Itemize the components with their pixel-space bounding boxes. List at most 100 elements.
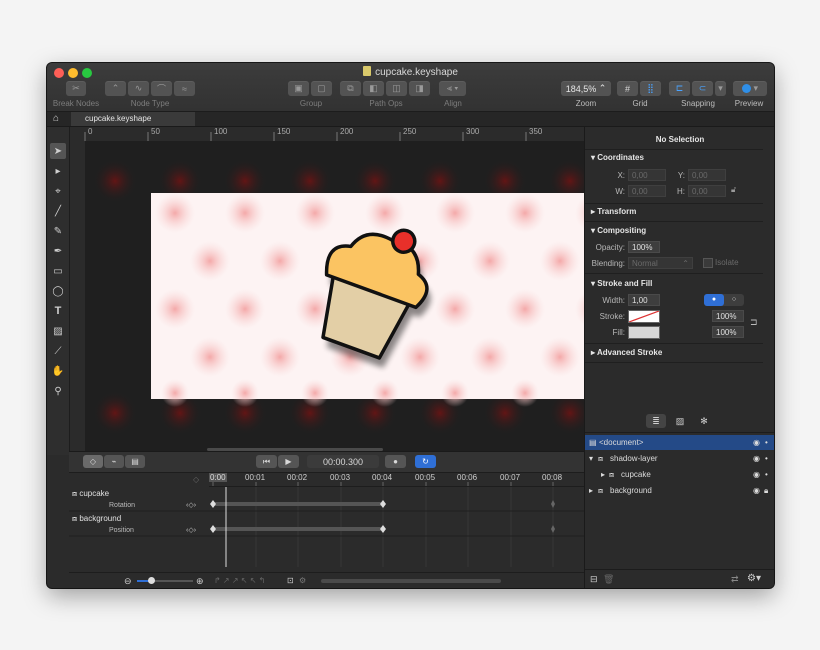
snapping-menu-button[interactable]: ▾ — [715, 81, 726, 96]
assets-tab-icon[interactable]: ▨ — [670, 414, 690, 428]
preview-button[interactable]: ▾ — [733, 81, 767, 96]
visibility-eye-icon[interactable]: ◉ — [753, 483, 760, 498]
node-type-auto-button[interactable]: ≈ — [174, 81, 195, 96]
settings-icon[interactable]: ⚙︎ — [299, 576, 306, 585]
pencil-tool-icon[interactable]: ✎ — [50, 223, 66, 239]
layer-row[interactable]: ▸ ⧈ background ◉ 🔒︎ — [585, 483, 774, 498]
transform-section[interactable]: ▸ Transform — [591, 207, 774, 216]
link-opacity-icon[interactable]: ⊐ — [750, 317, 758, 328]
lock-dot-icon[interactable]: • — [765, 451, 768, 466]
visibility-eye-icon[interactable]: ◉ — [753, 467, 760, 482]
grid-dots-button[interactable]: ⣿ — [640, 81, 661, 96]
node-select-tool-icon[interactable]: ▸ — [50, 163, 66, 179]
zoom-tool-icon[interactable]: ⚲ — [50, 383, 66, 399]
symbols-tab-icon[interactable]: ✻ — [694, 414, 714, 428]
path-exclude-button[interactable]: ◨ — [409, 81, 430, 96]
add-layer-icon[interactable]: ⊟ — [590, 574, 598, 585]
lock-dot-icon[interactable]: • — [765, 435, 768, 450]
eyedropper-tool-icon[interactable]: ⟋ — [50, 343, 66, 359]
select-tool-icon[interactable]: ➤ — [50, 143, 66, 159]
w-field[interactable]: 0,00 — [628, 185, 666, 197]
text-tool-icon[interactable]: T — [50, 303, 66, 319]
snap-to-objects-button[interactable]: ⊂ — [692, 81, 713, 96]
lock-dot-icon[interactable]: • — [765, 467, 768, 482]
coordinates-section[interactable]: ▾ Coordinates — [591, 153, 774, 162]
timeline-zoom-slider[interactable] — [137, 577, 193, 584]
path-union-button[interactable]: ⧉ — [340, 81, 361, 96]
stroke-outside-icon[interactable]: ○ — [724, 294, 744, 306]
loop-icon[interactable]: ↻ — [415, 455, 436, 468]
disclosure-right-icon[interactable]: ▸ — [589, 483, 593, 498]
stroke-align-toggle[interactable]: ● ○ — [704, 294, 744, 306]
gear-icon[interactable]: ⚙︎▾ — [747, 573, 761, 584]
easing-icons[interactable]: ↱ ↗ ↗ ↖ ↖ ↰ — [214, 576, 265, 585]
layer-row[interactable]: ▾ ⧈ shadow-layer ◉ • — [585, 451, 774, 466]
swap-icon[interactable]: ⇄ — [731, 574, 739, 585]
lock-icon[interactable]: 🔒︎ — [764, 483, 768, 498]
go-to-start-icon[interactable]: ⏮︎ — [256, 455, 277, 468]
trash-icon[interactable]: 🗑︎ — [603, 574, 614, 585]
lock-aspect-icon[interactable]: 🔓︎ — [731, 185, 736, 195]
track-property[interactable]: Rotation — [109, 502, 135, 509]
blending-select[interactable]: Normal ⌃ — [628, 257, 693, 269]
fill-color-well[interactable] — [628, 326, 660, 339]
track-property[interactable]: Position — [109, 527, 134, 534]
path-intersect-button[interactable]: ◫ — [386, 81, 407, 96]
node-type-corner-button[interactable]: ⌃ — [105, 81, 126, 96]
track-cupcake[interactable]: ⧈ cupcake — [72, 489, 109, 499]
align-button[interactable]: ⫷ ▾ — [439, 81, 466, 96]
timeline-scrollbar[interactable] — [321, 579, 501, 583]
grid-toggle-button[interactable]: # — [617, 81, 638, 96]
path-subtract-button[interactable]: ◧ — [363, 81, 384, 96]
stroke-width-field[interactable]: 1,00 — [628, 294, 660, 306]
record-icon[interactable]: ● — [385, 455, 406, 468]
play-icon[interactable]: ▶︎ — [278, 455, 299, 468]
group-button[interactable]: ▣ — [288, 81, 309, 96]
ungroup-button[interactable]: ▢ — [311, 81, 332, 96]
visibility-eye-icon[interactable]: ◉ — [753, 451, 760, 466]
line-tool-icon[interactable]: ╱ — [50, 203, 66, 219]
stroke-center-icon[interactable]: ● — [704, 294, 724, 306]
keyframe-mode-icon[interactable]: ◇ — [83, 455, 103, 468]
tab-cupcake[interactable]: cupcake.keyshape — [71, 112, 195, 126]
current-time-field[interactable]: 00:00.300 — [307, 455, 379, 468]
stroke-fill-section[interactable]: ▾ Stroke and Fill — [591, 279, 774, 288]
anchor-point-tool-icon[interactable]: ⌖ — [50, 183, 66, 199]
isolate-checkbox[interactable] — [703, 258, 713, 268]
layer-row[interactable]: ▤ <document> ◉ • — [585, 435, 774, 450]
disclosure-down-icon[interactable]: ▾ — [589, 451, 593, 466]
advanced-stroke-section[interactable]: ▸ Advanced Stroke — [591, 348, 774, 357]
stroke-opacity-field[interactable]: 100% — [712, 310, 744, 322]
layers-tab-icon[interactable]: ≣ — [646, 414, 666, 428]
graph-mode-icon[interactable]: ⌁ — [104, 455, 124, 468]
node-type-symmetric-button[interactable]: ⌒ — [151, 81, 172, 96]
time-ruler[interactable]: 0:00 00:01 00:02 00:03 00:04 00:05 00:06… — [209, 472, 584, 487]
compositing-section[interactable]: ▾ Compositing — [591, 226, 774, 235]
disclosure-right-icon[interactable]: ▸ — [601, 467, 605, 482]
node-type-smooth-button[interactable]: ∿ — [128, 81, 149, 96]
hand-tool-icon[interactable]: ✋ — [50, 363, 66, 379]
home-icon[interactable]: ⌂ — [53, 113, 59, 124]
visibility-eye-icon[interactable]: ◉ — [753, 435, 760, 450]
graph-icon[interactable]: ⊡ — [287, 576, 294, 585]
snap-to-grid-button[interactable]: ⊏ — [669, 81, 690, 96]
layer-row[interactable]: ▸ ⧈ cupcake ◉ • — [585, 467, 774, 482]
image-tool-icon[interactable]: ▨ — [50, 323, 66, 339]
x-field[interactable]: 0,00 — [628, 169, 666, 181]
zoom-in-icon[interactable]: ⊕ — [196, 576, 204, 587]
y-field[interactable]: 0,00 — [688, 169, 726, 181]
stroke-color-well[interactable] — [628, 310, 660, 323]
ellipse-tool-icon[interactable]: ◯ — [50, 283, 66, 299]
break-nodes-button[interactable]: ✂ — [66, 81, 86, 96]
zoom-out-icon[interactable]: ⊖ — [124, 576, 132, 587]
zoom-select[interactable]: 184,5% ⌃ — [561, 81, 611, 96]
pen-tool-icon[interactable]: ✒ — [50, 243, 66, 259]
keyframe-nav-icon[interactable]: ‹◇› — [186, 526, 196, 534]
keyframe-nav-icon[interactable]: ‹◇› — [186, 501, 196, 509]
opacity-field[interactable]: 100% — [628, 241, 660, 253]
artboard-canvas[interactable] — [85, 141, 584, 451]
fill-opacity-field[interactable]: 100% — [712, 326, 744, 338]
rectangle-tool-icon[interactable]: ▭ — [50, 263, 66, 279]
track-background[interactable]: ⧈ background — [72, 514, 121, 524]
h-field[interactable]: 0,00 — [688, 185, 726, 197]
